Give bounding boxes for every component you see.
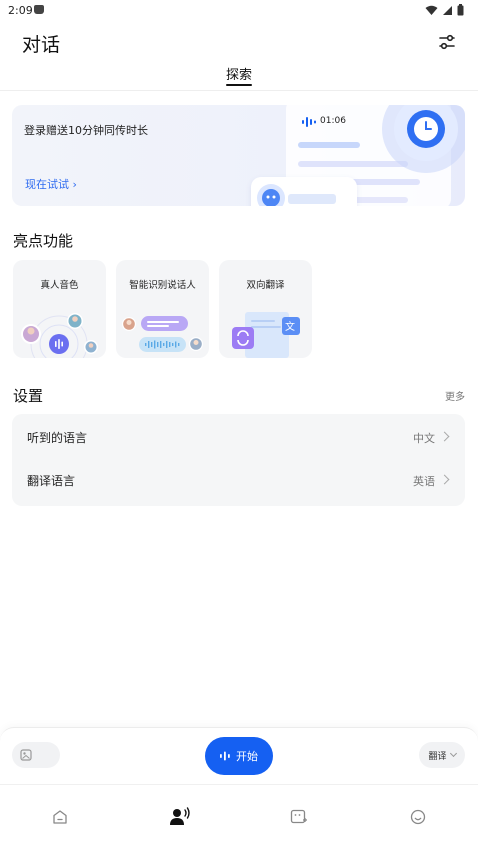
status-icons: [425, 4, 464, 16]
start-label: 开始: [236, 750, 258, 763]
waveform-icon: [220, 751, 230, 761]
banner-illustration: 01:06: [251, 105, 465, 206]
status-bar: 2:09: [0, 0, 478, 24]
promo-banner[interactable]: 登录赠送10分钟同传时长 现在试试 › 01:06: [12, 105, 465, 206]
try-now-link[interactable]: 现在试试 ›: [25, 176, 77, 192]
battery-icon: [457, 4, 464, 16]
notification-icon: [34, 5, 44, 14]
image-icon: [20, 749, 32, 761]
settings-sliders-icon[interactable]: [436, 32, 458, 52]
row-label: 听到的语言: [27, 431, 88, 445]
clock-icon: [407, 110, 445, 148]
row-value: 中文: [413, 432, 435, 445]
real-voice-illustration: [21, 313, 98, 358]
more-link[interactable]: 更多: [445, 388, 465, 403]
waveform-icon: [302, 117, 316, 127]
status-time: 2:09: [8, 4, 33, 17]
bottom-navigation: [0, 784, 478, 851]
feature-card-two-way-translation[interactable]: 双向翻译 文: [219, 260, 312, 358]
row-value: 英语: [413, 475, 435, 488]
mode-label: 翻译: [428, 751, 447, 762]
tab-indicator: [226, 84, 252, 86]
assistant-avatar-icon: [257, 184, 285, 206]
signal-icon: [443, 5, 452, 15]
profile-icon[interactable]: [410, 809, 426, 825]
banner-text: 登录赠送10分钟同传时长: [24, 124, 148, 137]
add-screen-icon[interactable]: [290, 809, 308, 825]
chevron-right-icon: [439, 474, 450, 485]
tab-explore[interactable]: 探索: [226, 64, 252, 83]
settings-title: 设置: [13, 387, 44, 405]
row-label: 翻译语言: [27, 474, 76, 488]
banner-timer: 01:06: [320, 116, 346, 126]
conversation-icon[interactable]: [169, 807, 191, 827]
svg-text:文: 文: [285, 320, 295, 333]
highlights-title: 亮点功能: [13, 232, 74, 250]
header-divider: [0, 90, 478, 91]
chevron-down-icon: [449, 749, 457, 758]
start-button[interactable]: 开始: [205, 737, 273, 775]
mode-select[interactable]: 翻译: [419, 742, 465, 768]
home-icon[interactable]: [52, 809, 68, 825]
feature-label: 真人音色: [40, 280, 79, 291]
feature-label: 智能识别说话人: [129, 280, 196, 291]
setting-row-target-language[interactable]: 翻译语言 英语: [12, 460, 465, 506]
page-title: 对话: [22, 34, 61, 56]
image-toggle-button[interactable]: [12, 742, 60, 768]
translation-illustration: 文: [232, 312, 300, 358]
speaker-recognition-illustration: [122, 316, 203, 352]
wifi-icon: [425, 5, 438, 15]
feature-label: 双向翻译: [246, 280, 285, 291]
feature-card-real-voice[interactable]: 真人音色: [13, 260, 106, 358]
chevron-right-icon: [439, 431, 450, 442]
feature-card-speaker-recognition[interactable]: 智能识别说话人: [116, 260, 209, 358]
setting-row-source-language[interactable]: 听到的语言 中文: [12, 414, 465, 460]
